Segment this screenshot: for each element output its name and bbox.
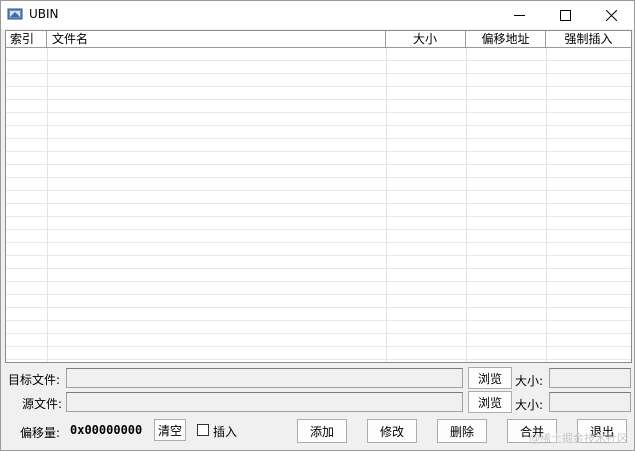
column-header-size[interactable]: 大小 xyxy=(386,31,466,47)
window-title: UBIN xyxy=(29,7,59,21)
column-divider xyxy=(47,48,48,362)
column-divider xyxy=(466,48,467,362)
maximize-icon xyxy=(559,9,571,21)
column-header-force-insert[interactable]: 强制插入 xyxy=(546,31,631,47)
target-size-field[interactable] xyxy=(549,368,631,388)
column-header-index[interactable]: 索引 xyxy=(6,31,47,47)
source-browse-button[interactable]: 浏览 xyxy=(468,391,512,413)
main-window: UBIN 索引 文件名 大小 偏移地址 强制插入 目标文件: 浏览 大小: 源文… xyxy=(0,0,635,451)
file-list[interactable]: 索引 文件名 大小 偏移地址 强制插入 xyxy=(5,30,632,363)
source-size-label: 大小: xyxy=(515,398,544,412)
maximize-button[interactable] xyxy=(542,1,588,29)
target-file-field[interactable] xyxy=(66,368,463,388)
title-bar[interactable]: UBIN xyxy=(1,1,634,29)
column-header-filename[interactable]: 文件名 xyxy=(47,31,386,47)
offset-label: 偏移量: xyxy=(20,426,61,440)
column-divider xyxy=(546,48,547,362)
watermark: @稀土掘金技术社区 xyxy=(529,432,628,445)
delete-button[interactable]: 删除 xyxy=(437,419,487,443)
close-button[interactable] xyxy=(588,1,634,29)
modify-button[interactable]: 修改 xyxy=(367,419,417,443)
insert-checkbox[interactable] xyxy=(197,424,209,436)
app-icon xyxy=(7,8,23,20)
column-header-offset[interactable]: 偏移地址 xyxy=(466,31,546,47)
offset-value[interactable]: 0x00000000 xyxy=(70,423,142,437)
source-size-field[interactable] xyxy=(549,392,631,412)
source-file-label: 源文件: xyxy=(22,397,63,411)
insert-checkbox-label: 插入 xyxy=(213,425,238,439)
minimize-button[interactable] xyxy=(496,1,542,29)
column-divider xyxy=(386,48,387,362)
target-size-label: 大小: xyxy=(515,374,544,388)
list-body[interactable] xyxy=(6,48,631,362)
minimize-icon xyxy=(513,14,525,16)
target-browse-button[interactable]: 浏览 xyxy=(468,367,512,389)
source-file-field[interactable] xyxy=(66,392,463,412)
close-icon xyxy=(605,9,617,21)
list-header: 索引 文件名 大小 偏移地址 强制插入 xyxy=(6,31,631,48)
clear-button[interactable]: 清空 xyxy=(154,419,186,441)
target-file-label: 目标文件: xyxy=(8,373,61,387)
add-button[interactable]: 添加 xyxy=(297,419,347,443)
